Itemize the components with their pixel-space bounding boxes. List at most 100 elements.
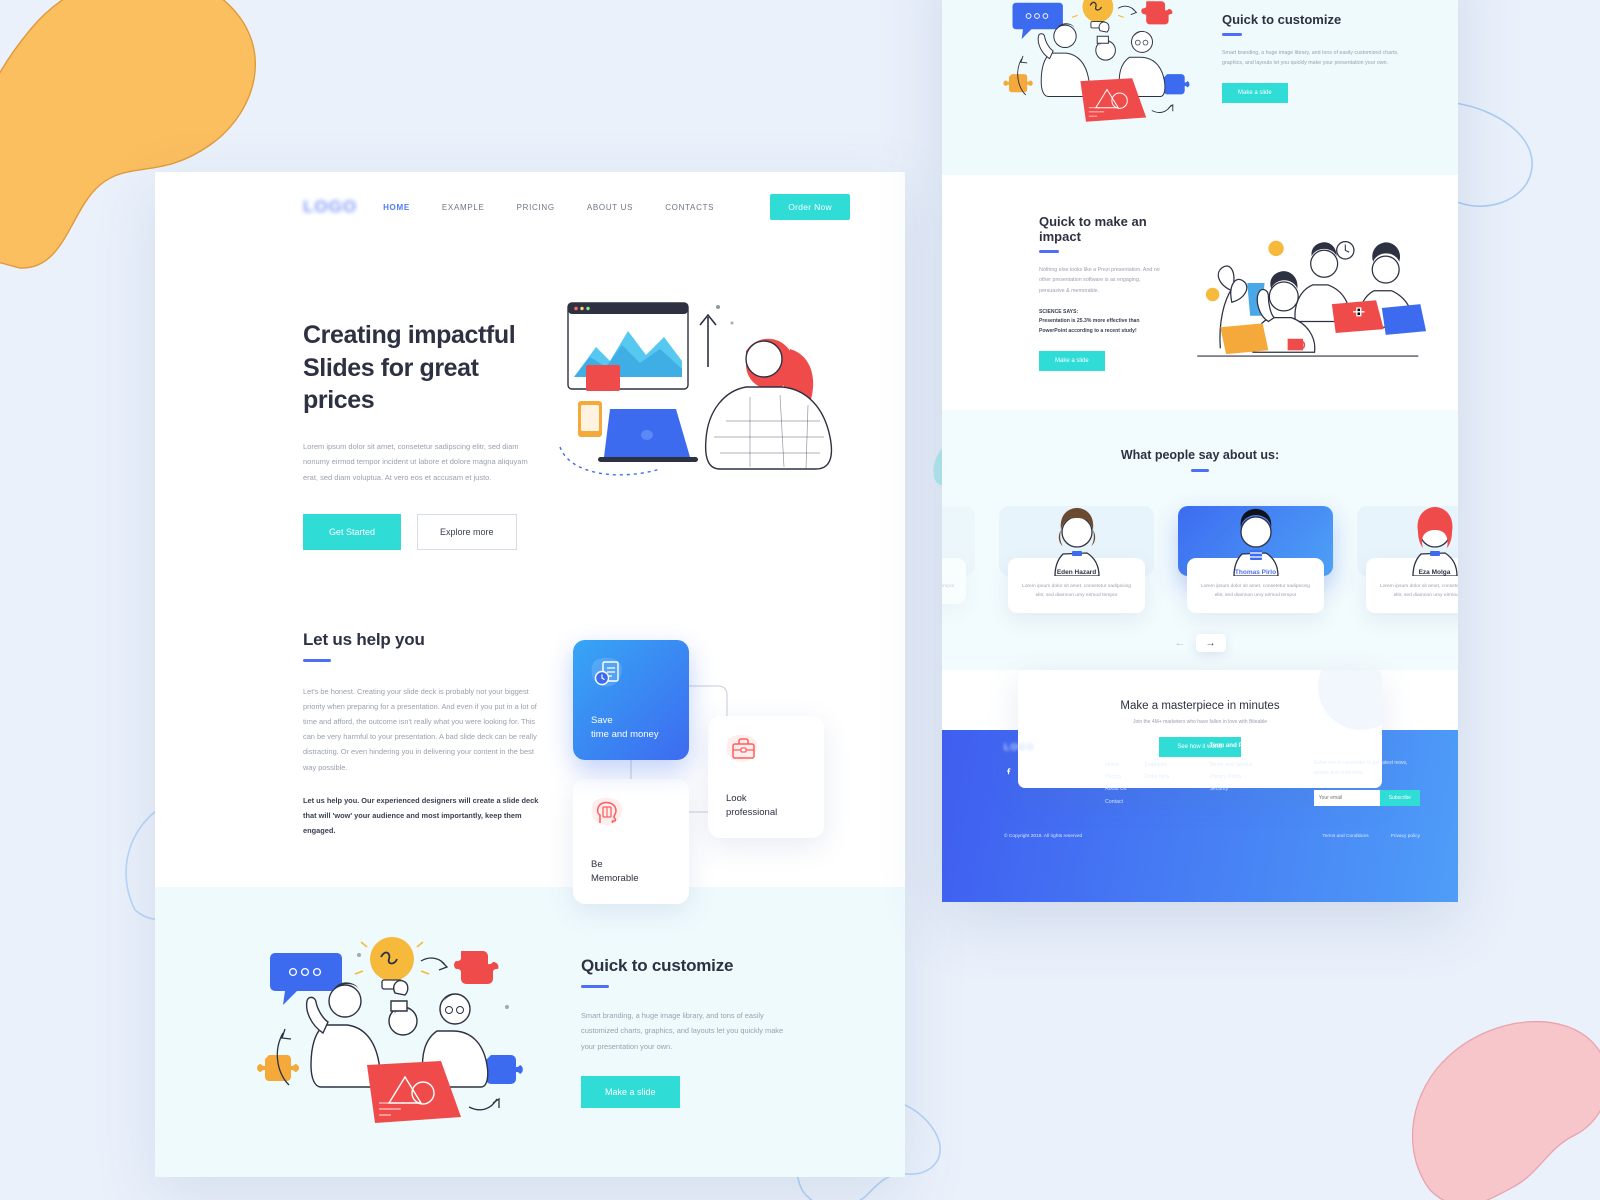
navbar: LOGO HOME EXAMPLE PRICING ABOUT US CONTA… xyxy=(155,172,905,242)
hero-paragraph: Lorem ipsum dolor sit amet, consetetur s… xyxy=(303,441,528,483)
explore-more-button[interactable]: Explore more xyxy=(417,513,517,550)
head-book-icon xyxy=(591,797,623,825)
right-make-a-slide-button[interactable]: Make a slide xyxy=(1222,82,1288,103)
help-paragraph: Let's be honest. Creating your slide dec… xyxy=(303,686,537,772)
testimonial-body: misa m dolor sit amet, cing elitr, sed d… xyxy=(942,558,966,605)
newsletter-form: Subscribe xyxy=(1313,790,1420,806)
impact-title: Quick to make an impact xyxy=(1039,214,1147,245)
hero-illustration xyxy=(550,297,850,482)
testimonials-track[interactable]: misa m dolor sit amet, cing elitr, sed d… xyxy=(942,506,1458,614)
title-underline xyxy=(1039,250,1059,253)
footer-link-terms-and-service[interactable]: Terms and Service xyxy=(1209,759,1313,771)
help-section: Let us help you Let's be honest. Creatin… xyxy=(155,550,905,924)
card-save-time-and-money[interactable]: Save time and money xyxy=(573,639,689,760)
right-customize-text: Quick to customize Smart branding, a hug… xyxy=(1222,12,1402,103)
card-be-memorable[interactable]: Be Memorable xyxy=(573,778,689,904)
footer-link-pricing[interactable]: Pricing xyxy=(1105,771,1126,783)
right-customize-title: Quick to customize xyxy=(1222,12,1342,28)
newsletter-email-input[interactable] xyxy=(1313,790,1380,806)
hero-title: Creating impactful Slides for great pric… xyxy=(303,321,516,414)
nav-link-pricing[interactable]: PRICING xyxy=(517,203,555,212)
footer-bottom-links: Terms and Conditions Privacy policy xyxy=(1322,834,1420,839)
footer-column-quick-link: Quick Link Home Pricing About Us Contact… xyxy=(1105,742,1209,808)
footer-column-heading: Quick Link xyxy=(1105,742,1137,749)
testimonial-quote: m dolor sit amet, cing elitr, sed diamno… xyxy=(942,584,955,589)
footer-link-contact[interactable]: Contact xyxy=(1105,796,1126,808)
twitter-icon[interactable] xyxy=(1026,766,1035,775)
customize-paragraph: Smart branding, a huge image library, an… xyxy=(581,1011,784,1051)
title-underline xyxy=(1222,33,1242,36)
science-label: SCIENCE SAYS: xyxy=(1039,308,1079,315)
subscribe-button[interactable]: Subscribe xyxy=(1379,790,1420,806)
footer-link-terms-and-conditions[interactable]: Terms and Conditions xyxy=(1322,834,1368,839)
linkedin-icon[interactable] xyxy=(1070,766,1079,775)
help-paragraph-bold: Let us help you. Our experienced designe… xyxy=(303,795,539,836)
document-clock-icon xyxy=(591,657,622,687)
title-underline xyxy=(303,658,331,662)
nav-link-example[interactable]: EXAMPLE xyxy=(442,203,485,212)
testimonial-quote: Lorem ipsum dolor sit amet, consetetur s… xyxy=(1200,584,1310,599)
testimonials-section: What people say about us: misa m dolor s… xyxy=(942,410,1458,670)
footer-logo[interactable]: LOGO xyxy=(1004,742,1105,752)
card-label: Save time and money xyxy=(591,715,659,740)
order-now-button[interactable]: Order Now xyxy=(770,194,850,220)
get-started-button[interactable]: Get Started xyxy=(303,513,402,550)
impact-text: Quick to make an impact Nothing else loo… xyxy=(1039,214,1166,371)
science-text: Presentation is 25.3% more effective tha… xyxy=(1039,318,1140,334)
right-screen-panel: Quick to customize Smart branding, a hug… xyxy=(942,0,1458,902)
carousel-nav: ← → xyxy=(942,634,1458,652)
help-text: Let us help you Let's be honest. Creatin… xyxy=(303,630,543,924)
impact-illustration xyxy=(1178,223,1428,363)
benefit-cards: Save time and money Look professional Be… xyxy=(573,634,833,924)
copyright: © Copyright 2019. All rights reserved xyxy=(1004,833,1083,839)
footer-column-terms: Term and Policies Terms and Service Priv… xyxy=(1209,742,1313,808)
help-title: Let us help you xyxy=(303,629,425,649)
footer-link-security[interactable]: Security xyxy=(1209,783,1313,795)
footer-column-heading: Term and Policies xyxy=(1209,742,1262,749)
footer-link-privacy-policy[interactable]: Privacy Policy xyxy=(1209,771,1313,783)
footer-link-order-now[interactable]: Order Now xyxy=(1144,771,1169,783)
footer-link-about-us[interactable]: About Us xyxy=(1105,783,1126,795)
testimonial-card[interactable]: misa m dolor sit amet, cing elitr, sed d… xyxy=(942,506,975,613)
arrow-right-icon[interactable]: → xyxy=(1195,634,1226,652)
testimonial-card[interactable]: Eza Molga Lorem ipsum dolor sit amet, co… xyxy=(1357,506,1458,614)
testimonial-quote: Lorem ipsum dolor sit amet, consetetur s… xyxy=(1379,584,1458,599)
title-underline xyxy=(581,985,609,989)
impact-make-a-slide-button[interactable]: Make a slide xyxy=(1039,350,1105,371)
cta-and-footer: Make a masterpiece in minutes Join the 4… xyxy=(942,670,1458,902)
logo[interactable]: LOGO xyxy=(303,197,357,217)
testimonial-card[interactable]: Eden Hazard Lorem ipsum dolor sit amet, … xyxy=(999,506,1154,614)
hero-actions: Get Started Explore more xyxy=(303,513,528,550)
impact-paragraph: Nothing else looks like a Prezi presenta… xyxy=(1039,266,1160,295)
testimonials-title: What people say about us: xyxy=(1120,448,1280,462)
nav-link-contacts[interactable]: CONTACTS xyxy=(665,203,714,212)
right-customize-paragraph: Smart branding, a huge image library, an… xyxy=(1222,49,1399,67)
footer-links: Home Pricing About Us Contact Examples O… xyxy=(1105,759,1209,808)
science-note: SCIENCE SAYS: Presentation is 25.3% more… xyxy=(1039,308,1166,337)
footer-link-privacy-policy-bottom[interactable]: Privacy policy xyxy=(1391,834,1420,839)
nav-links: HOME EXAMPLE PRICING ABOUT US CONTACTS O… xyxy=(383,194,850,220)
customize-title: Quick to customize xyxy=(581,956,734,976)
card-look-professional[interactable]: Look professional xyxy=(708,715,824,838)
instagram-icon[interactable] xyxy=(1048,766,1057,775)
facebook-icon[interactable] xyxy=(1004,766,1013,775)
customize-illustration xyxy=(255,931,555,1127)
newsletter-heading: Newsletter xyxy=(1313,742,1346,749)
footer-link-home[interactable]: Home xyxy=(1105,759,1126,771)
card-label: Be Memorable xyxy=(591,859,639,884)
footer-brand: LOGO xyxy=(1004,742,1105,808)
testimonial-card-featured[interactable]: Thomas Pirlo Lorem ipsum dolor sit amet,… xyxy=(1178,506,1333,614)
customize-section: Quick to customize Smart branding, a hug… xyxy=(155,887,905,1177)
card-label: Look professional xyxy=(726,793,778,818)
title-underline xyxy=(1191,469,1209,472)
arrow-left-icon[interactable]: ← xyxy=(1175,637,1186,649)
left-screen-panel: LOGO HOME EXAMPLE PRICING ABOUT US CONTA… xyxy=(155,172,905,1177)
nav-link-home[interactable]: HOME xyxy=(383,203,410,212)
make-a-slide-button[interactable]: Make a slide xyxy=(581,1075,680,1108)
hero-section: Creating impactful Slides for great pric… xyxy=(155,242,905,550)
impact-section: Quick to make an impact Nothing else loo… xyxy=(942,175,1458,410)
footer-link-examples[interactable]: Examples xyxy=(1144,759,1169,771)
testimonial-name: misa xyxy=(942,569,956,576)
footer-bottom: © Copyright 2019. All rights reserved Te… xyxy=(942,834,1458,839)
nav-link-about-us[interactable]: ABOUT US xyxy=(587,203,633,212)
